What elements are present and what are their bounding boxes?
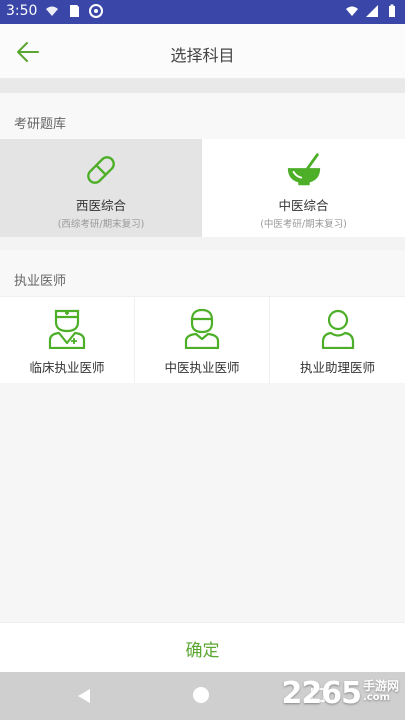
- status-left: 3:50: [6, 3, 104, 19]
- subject-zhongyi-zhiye[interactable]: 中医执业医师: [135, 297, 270, 383]
- status-bar: 3:50: [0, 0, 405, 24]
- subject-zhuli[interactable]: 执业助理医师: [270, 297, 405, 383]
- status-right: [345, 4, 399, 18]
- app-notification-icon: [89, 4, 104, 18]
- nav-home-icon[interactable]: [193, 687, 209, 703]
- header-gap: [0, 79, 405, 93]
- subject-label: 执业助理医师: [299, 360, 375, 375]
- subject-sublabel: (西综考研/期末复习): [57, 219, 145, 230]
- pill-icon: [87, 156, 115, 184]
- nav-back-icon[interactable]: [76, 688, 92, 704]
- doctor-cap-icon: [184, 308, 220, 349]
- subject-label: 中医执业医师: [164, 360, 240, 375]
- subject-sublabel: (中医考研/期末复习): [260, 219, 347, 230]
- section-title: 考研题库: [14, 117, 67, 132]
- section-title: 执业医师: [14, 274, 67, 289]
- status-time: 3:50: [6, 3, 38, 19]
- signal-icon: [366, 5, 378, 17]
- page-title: 选择科目: [170, 46, 235, 65]
- wifi-question-icon: [46, 6, 59, 16]
- subject-linchuang[interactable]: 临床执业医师: [0, 297, 135, 383]
- doctor-nurse-icon: [48, 309, 86, 349]
- watermark-logo: 2265 手游网 .com: [281, 676, 399, 711]
- person-icon: [321, 309, 354, 349]
- section-divider: [0, 237, 405, 250]
- section-header-kaoyan: 考研题库: [0, 93, 405, 139]
- kaoyan-grid: 西医综合 (西综考研/期末复习) 中医综合 (中医考研/期末复习): [0, 139, 405, 237]
- confirm-label: 确定: [185, 640, 220, 661]
- subject-label: 中医综合: [278, 198, 329, 213]
- subject-label: 临床执业医师: [29, 360, 105, 375]
- mortar-pestle-icon: [287, 153, 320, 186]
- wifi-icon: [346, 6, 358, 16]
- battery-icon: [389, 4, 395, 17]
- subject-zhongyi-zonghe[interactable]: 中医综合 (中医考研/期末复习): [202, 139, 405, 237]
- confirm-button[interactable]: 确定: [0, 622, 405, 673]
- app-bar: 选择科目: [0, 24, 405, 79]
- system-nav-bar: 2265 手游网 .com: [0, 672, 405, 720]
- sd-card-icon: [70, 5, 80, 17]
- section-header-zhiye: 执业医师: [0, 250, 405, 296]
- subject-xiyi-zonghe[interactable]: 西医综合 (西综考研/期末复习): [0, 139, 202, 237]
- zhiye-grid: 临床执业医师 中医执业医师 执业助理医师: [0, 296, 405, 383]
- subject-label: 西医综合: [75, 198, 126, 213]
